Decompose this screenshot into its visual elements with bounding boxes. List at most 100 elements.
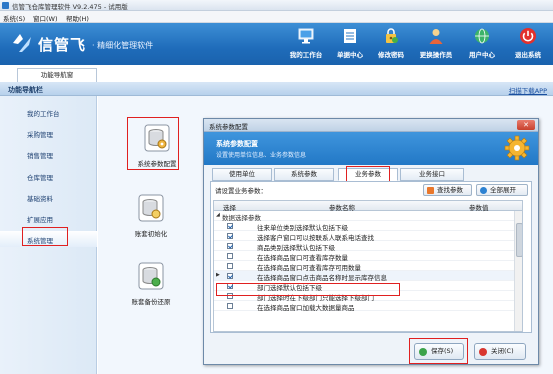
dialog-heading: 系统参数配置 bbox=[216, 140, 258, 148]
query-label: 请设置业务参数： bbox=[215, 187, 267, 195]
expand-icon bbox=[480, 187, 487, 194]
tab-function-navigation[interactable]: 功能导航窗 bbox=[17, 68, 97, 82]
toolbar-label: 单据中心 bbox=[337, 51, 363, 59]
dialog-title-bar: 系统参数配置 ✕ bbox=[204, 119, 538, 132]
row-checkbox[interactable] bbox=[227, 233, 233, 239]
group-row[interactable]: ◢ 数据选择参数 bbox=[214, 211, 522, 222]
row-checkbox[interactable] bbox=[227, 223, 233, 229]
tile-account-backup-restore[interactable]: 账套备份还原 bbox=[124, 258, 178, 314]
sidebar-item-label: 销售管理 bbox=[27, 152, 53, 160]
close-label: 关闭(C) bbox=[491, 347, 514, 355]
sidebar-item-warehouse[interactable]: 仓库管理 bbox=[0, 168, 97, 184]
expand-all-button[interactable]: 全部展开 bbox=[476, 184, 528, 196]
toolbar-switch-operator[interactable]: 更换操作员 bbox=[413, 27, 459, 63]
table-row[interactable]: 选择客户窗口可以按联系人联系电话查找 bbox=[214, 231, 522, 242]
highlight-system-management bbox=[22, 227, 68, 246]
sidebar-item-sales[interactable]: 销售管理 bbox=[0, 146, 97, 162]
table-row[interactable]: 在选择商品窗口可查看库存可用数量 bbox=[214, 261, 522, 272]
toolbar-document-center[interactable]: 单据中心 bbox=[327, 27, 373, 63]
database-icon bbox=[138, 194, 164, 222]
table-row-selected[interactable]: ▶ 在选择商品窗口点击商品名称时显示库存信息 bbox=[214, 271, 522, 282]
row-param-name: 在选择商品窗口加载大数据量商品 bbox=[257, 304, 355, 312]
sidebar-item-label: 我的工作台 bbox=[27, 110, 60, 118]
tab-organization[interactable]: 使用单位 bbox=[212, 168, 272, 181]
close-x-icon bbox=[479, 348, 487, 356]
table-row[interactable]: 往来单位类别选择默认包括下级 bbox=[214, 221, 522, 232]
table-row[interactable]: 在选择商品窗口可查看库存数量 bbox=[214, 251, 522, 262]
highlight-save-button bbox=[409, 338, 468, 364]
find-params-button[interactable]: 查找参数 bbox=[423, 184, 472, 196]
table-row[interactable]: 在选择商品窗口加载大数据量商品 bbox=[214, 301, 522, 312]
grid-header: 选择 参数名称 参数值 bbox=[214, 201, 522, 212]
dialog-body: 请设置业务参数： 查找参数 全部展开 选择 参数名称 参数值 ◢ 数据选择参数 … bbox=[210, 181, 532, 333]
app-icon bbox=[2, 2, 9, 9]
system-parameters-dialog: 系统参数配置 ✕ 系统参数配置 设置使用单位信息、业务参数信息 使用单位 系统参… bbox=[203, 118, 539, 365]
row-checkbox[interactable] bbox=[227, 263, 233, 269]
dialog-subtitle: 设置使用单位信息、业务参数信息 bbox=[216, 152, 307, 159]
row-checkbox[interactable] bbox=[227, 303, 233, 309]
slogan: · 精细化管理软件 bbox=[92, 41, 154, 50]
collapse-arrow-icon[interactable]: ◢ bbox=[216, 212, 220, 218]
toolbar-label: 修改密码 bbox=[378, 51, 404, 59]
row-checkbox[interactable] bbox=[227, 273, 233, 279]
search-icon bbox=[427, 187, 434, 194]
highlight-stock-info-row bbox=[216, 283, 400, 296]
power-icon bbox=[520, 28, 536, 44]
sidebar-item-basic-data[interactable]: 基础资料 bbox=[0, 189, 97, 205]
tab-system-params[interactable]: 系统参数 bbox=[274, 168, 334, 181]
document-icon bbox=[344, 29, 356, 43]
dialog-title: 系统参数配置 bbox=[209, 123, 248, 131]
nav-header: 功能导航栏 扫描下载APP bbox=[0, 82, 553, 96]
download-app-link[interactable]: 扫描下载APP bbox=[509, 85, 547, 95]
row-checkbox[interactable] bbox=[227, 243, 233, 249]
find-params-label: 查找参数 bbox=[437, 186, 463, 194]
menu-bar: 系统(S) 窗口(W) 帮助(H) bbox=[0, 11, 553, 23]
sidebar-item-label: 仓库管理 bbox=[27, 174, 53, 182]
nav-title: 功能导航栏 bbox=[8, 86, 43, 94]
highlight-system-parameters-tile bbox=[127, 117, 179, 170]
toolbar-user-center[interactable]: 用户中心 bbox=[459, 27, 505, 63]
table-row[interactable]: 商品类别选择默认包括下级 bbox=[214, 241, 522, 252]
toolbar-label: 退出系统 bbox=[515, 51, 541, 59]
title-bar: 信管飞仓库管理软件 V9.2.475 - 试用版 bbox=[0, 0, 553, 11]
tab-business-interface[interactable]: 业务接口 bbox=[400, 168, 464, 181]
row-checkbox[interactable] bbox=[227, 253, 233, 259]
toolbar-change-password[interactable]: 修改密码 bbox=[368, 27, 414, 63]
database-restore-icon bbox=[138, 262, 164, 290]
menu-window[interactable]: 窗口(W) bbox=[33, 13, 58, 23]
toolbar-label: 更换操作员 bbox=[419, 51, 453, 59]
grid-scrollbar[interactable] bbox=[514, 211, 522, 331]
toolbar-exit-system[interactable]: 退出系统 bbox=[505, 27, 551, 63]
globe-icon bbox=[475, 28, 489, 44]
sidebar-item-label: 采购管理 bbox=[27, 131, 53, 139]
sidebar-item-label: 扩展应用 bbox=[27, 216, 53, 224]
sidebar-item-label: 基础资料 bbox=[27, 195, 53, 203]
logo-text: 信管飞 bbox=[38, 36, 87, 54]
toolbar-label: 我的工作台 bbox=[289, 51, 323, 59]
tab-strip: 功能导航窗 bbox=[0, 65, 553, 82]
window-title: 信管飞仓库管理软件 V9.2.475 - 试用版 bbox=[12, 3, 128, 11]
close-button[interactable]: 关闭(C) bbox=[474, 343, 526, 360]
logo-icon bbox=[13, 34, 31, 52]
tile-account-initialization[interactable]: 账套初始化 bbox=[124, 190, 178, 246]
sidebar-item-purchase[interactable]: 采购管理 bbox=[0, 125, 97, 141]
scrollbar-thumb[interactable] bbox=[516, 223, 522, 257]
expand-all-label: 全部展开 bbox=[490, 186, 516, 194]
tile-label: 账套初始化 bbox=[134, 230, 168, 238]
params-grid: 选择 参数名称 参数值 ◢ 数据选择参数 往来单位类别选择默认包括下级 选择客户… bbox=[213, 200, 523, 332]
gear-icon bbox=[504, 135, 530, 161]
toolbar-label: 用户中心 bbox=[469, 51, 495, 59]
menu-help[interactable]: 帮助(H) bbox=[66, 13, 89, 23]
sidebar-item-extensions[interactable]: 扩展应用 bbox=[0, 210, 97, 226]
key-icon bbox=[386, 28, 398, 43]
row-pointer-icon: ▶ bbox=[216, 272, 220, 278]
tile-label: 账套备份还原 bbox=[131, 298, 171, 306]
user-icon bbox=[429, 29, 443, 44]
sidebar-item-my-workbench[interactable]: 我的工作台 bbox=[0, 104, 97, 120]
brand-header: 信管飞 · 精细化管理软件 我的工作台 单据中心 修改密码 更换操作员 用户中心… bbox=[0, 23, 553, 65]
toolbar-my-workbench[interactable]: 我的工作台 bbox=[283, 27, 329, 63]
menu-system[interactable]: 系统(S) bbox=[3, 13, 25, 23]
monitor-icon bbox=[298, 28, 314, 44]
close-icon[interactable]: ✕ bbox=[517, 120, 535, 130]
dialog-header-band: 系统参数配置 设置使用单位信息、业务参数信息 bbox=[204, 132, 538, 165]
